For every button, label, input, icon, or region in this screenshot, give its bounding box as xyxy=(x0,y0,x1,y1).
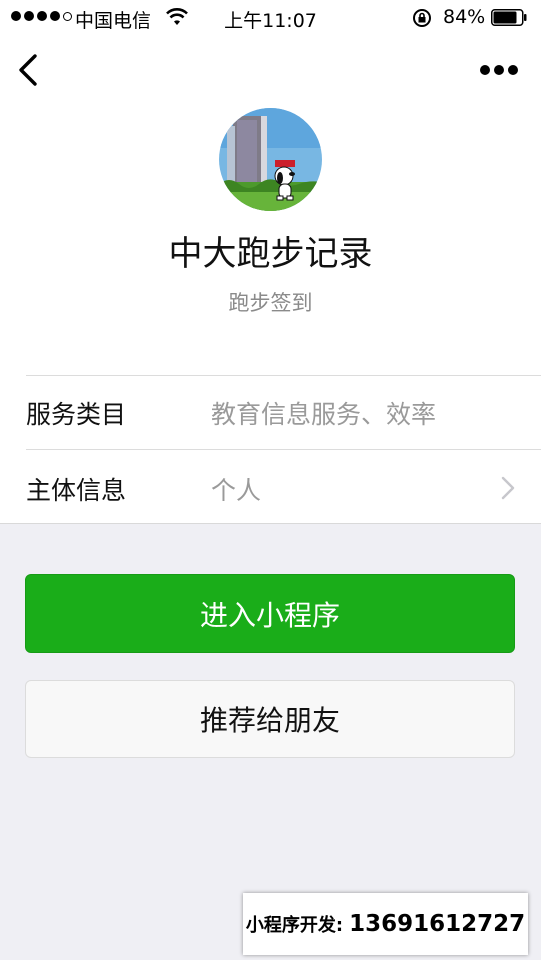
enter-mini-program-button[interactable]: 进入小程序 xyxy=(25,574,515,653)
owner-label: 主体信息 xyxy=(26,476,127,505)
mini-program-description: 跑步签到 xyxy=(228,291,313,315)
battery-icon xyxy=(491,9,527,26)
watermark-label: 小程序开发: xyxy=(245,915,344,936)
mini-program-profile-page: 中国电信 上午11:07 84% 中大跑步记录 跑步签到 服务类目 教育信息服务… xyxy=(0,0,541,960)
snoopy-avatar-image xyxy=(219,108,322,211)
mini-program-name: 中大跑步记录 xyxy=(168,234,373,274)
recommend-to-friend-button[interactable]: 推荐给朋友 xyxy=(25,680,515,758)
category-value: 教育信息服务、效率 xyxy=(211,400,437,429)
profile-header-section: 中国电信 上午11:07 84% 中大跑步记录 跑步签到 服务类目 教育信息服务… xyxy=(0,0,541,524)
status-bar: 中国电信 上午11:07 84% xyxy=(0,0,541,36)
avatar xyxy=(219,108,322,211)
category-label: 服务类目 xyxy=(26,400,127,429)
watermark-phone: 13691612727 xyxy=(349,911,526,937)
more-dots-icon[interactable] xyxy=(479,64,519,76)
battery-percent: 84% xyxy=(443,6,486,28)
chevron-left-icon[interactable] xyxy=(14,52,40,88)
row-divider xyxy=(26,449,541,450)
rotation-lock-icon xyxy=(413,9,431,27)
developer-contact-watermark: 小程序开发: 13691612727 xyxy=(243,893,528,955)
chevron-right-icon xyxy=(501,476,515,500)
row-divider xyxy=(26,375,541,376)
owner-value: 个人 xyxy=(211,476,262,505)
